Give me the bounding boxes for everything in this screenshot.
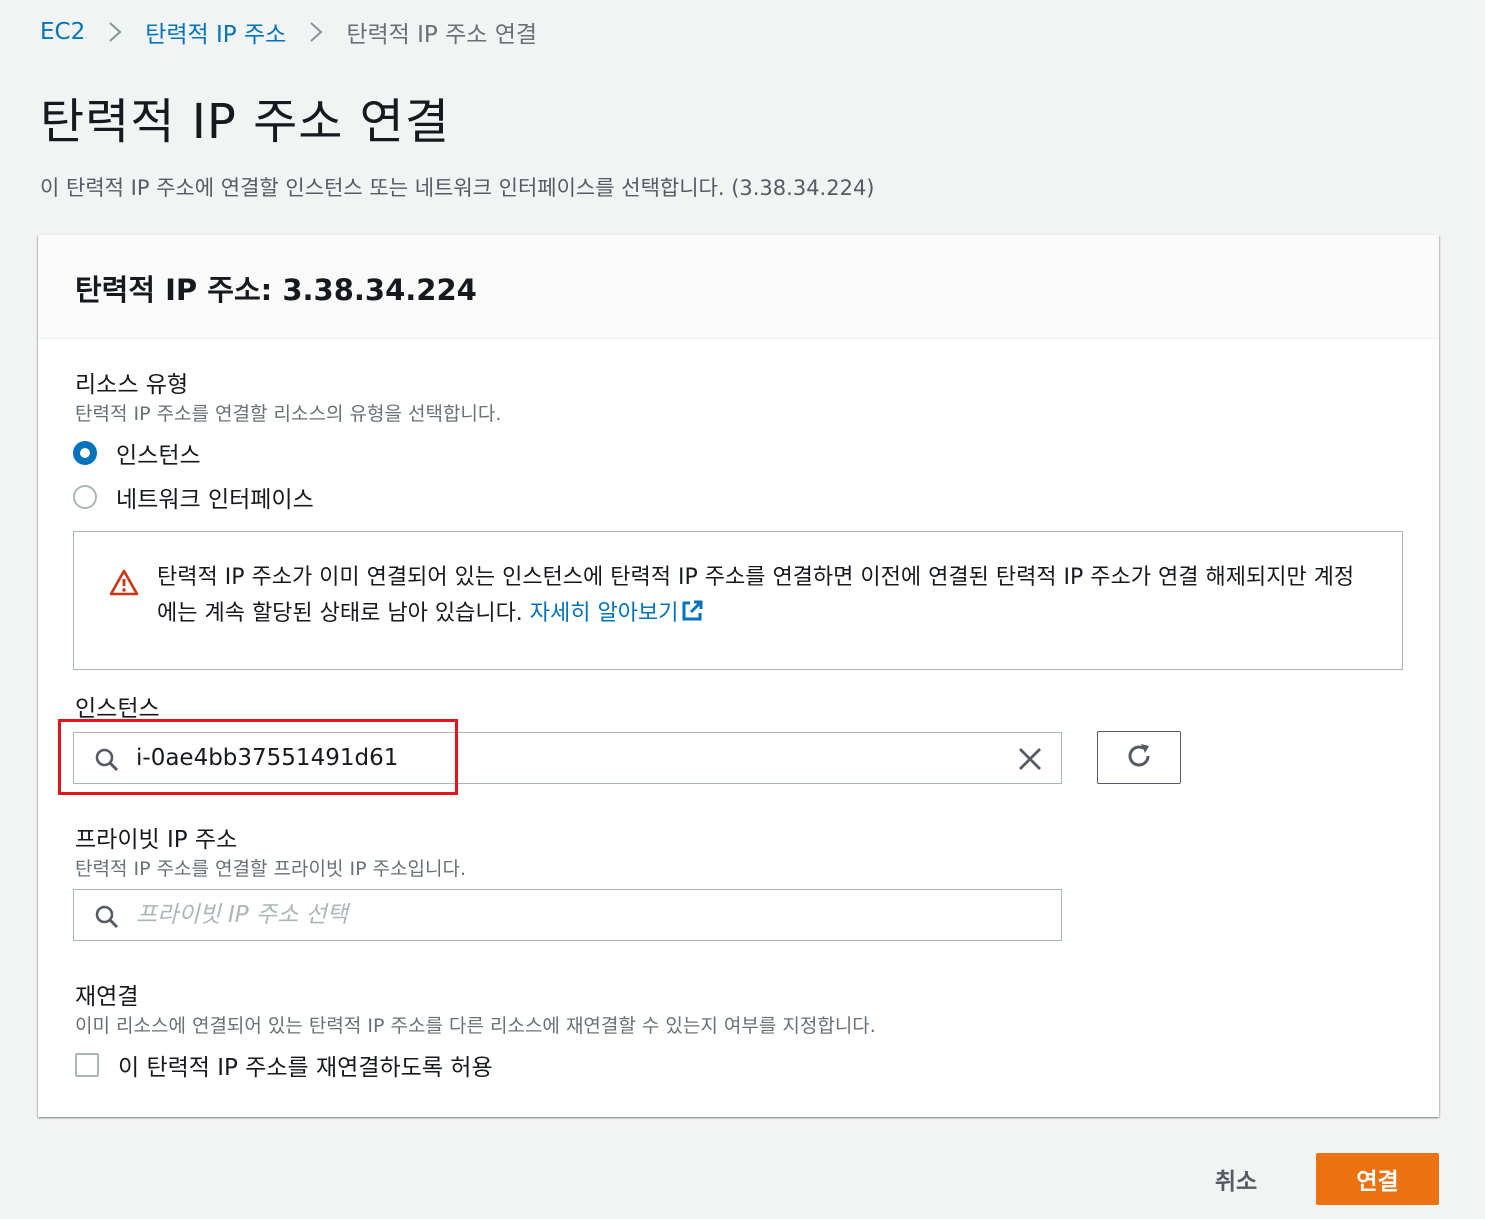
radio-instance[interactable]: 인스턴스 xyxy=(73,436,201,470)
reassociation-description: 이미 리소스에 연결되어 있는 탄력적 IP 주소를 다른 리소스에 재연결할 … xyxy=(75,1015,876,1037)
associate-button[interactable]: 연결 xyxy=(1316,1153,1439,1205)
panel-header: 탄력적 IP 주소: 3.38.34.224 xyxy=(38,235,1439,339)
alert-text: 탄력적 IP 주소가 이미 연결되어 있는 인스턴스에 탄력적 IP 주소를 연… xyxy=(157,565,1355,626)
reassociation-label: 재연결 xyxy=(75,984,139,1010)
chevron-right-icon xyxy=(286,21,346,43)
allow-reassociation-option[interactable]: 이 탄력적 IP 주소를 재연결하도록 허용 xyxy=(75,1048,493,1082)
external-link-icon[interactable] xyxy=(680,599,704,635)
allow-reassociation-checkbox[interactable] xyxy=(75,1053,99,1077)
private-ip-label: 프라이빗 IP 주소 xyxy=(75,827,238,853)
private-ip-search-input[interactable] xyxy=(136,898,996,932)
radio-instance-label: 인스턴스 xyxy=(116,443,201,469)
refresh-icon xyxy=(1124,741,1154,774)
page-title: 탄력적 IP 주소 연결 xyxy=(40,94,450,150)
breadcrumb-elastic-ip-link[interactable]: 탄력적 IP 주소 xyxy=(145,15,286,49)
breadcrumb: EC2 탄력적 IP 주소 탄력적 IP 주소 연결 xyxy=(40,14,537,50)
radio-button[interactable] xyxy=(73,485,97,509)
breadcrumb-current: 탄력적 IP 주소 연결 xyxy=(346,22,538,48)
radio-network-interface[interactable]: 네트워크 인터페이스 xyxy=(73,480,314,514)
instance-highlight-box xyxy=(58,719,458,795)
warning-alert: 탄력적 IP 주소가 이미 연결되어 있는 인스턴스에 탄력적 IP 주소를 연… xyxy=(73,531,1403,670)
search-icon xyxy=(94,904,120,934)
allow-reassociation-label: 이 탄력적 IP 주소를 재연결하도록 허용 xyxy=(118,1055,493,1081)
instance-label: 인스턴스 xyxy=(75,696,160,722)
radio-network-interface-label: 네트워크 인터페이스 xyxy=(116,487,314,513)
refresh-button[interactable] xyxy=(1097,731,1181,784)
chevron-right-icon xyxy=(85,21,145,43)
panel-title: 탄력적 IP 주소: 3.38.34.224 xyxy=(75,273,477,307)
cancel-button[interactable]: 취소 xyxy=(1190,1154,1282,1204)
private-ip-search-box[interactable] xyxy=(73,889,1062,941)
associate-panel: 탄력적 IP 주소: 3.38.34.224 리소스 유형 탄력적 IP 주소를… xyxy=(38,235,1439,1117)
page-description: 이 탄력적 IP 주소에 연결할 인스턴스 또는 네트워크 인터페이스를 선택합… xyxy=(40,176,875,200)
learn-more-label[interactable]: 자세히 알아보기 xyxy=(530,601,679,626)
resource-type-label: 리소스 유형 xyxy=(75,372,189,398)
breadcrumb-ec2-link[interactable]: EC2 xyxy=(40,19,85,45)
resource-type-description: 탄력적 IP 주소를 연결할 리소스의 유형을 선택합니다. xyxy=(75,403,502,425)
learn-more-link[interactable]: 자세히 알아보기 xyxy=(530,600,705,626)
radio-button-checked[interactable] xyxy=(73,441,97,465)
warning-icon xyxy=(109,569,139,596)
clear-icon[interactable] xyxy=(1017,746,1043,772)
alert-message: 탄력적 IP 주소가 이미 연결되어 있는 인스턴스에 탄력적 IP 주소를 연… xyxy=(157,560,1372,635)
private-ip-description: 탄력적 IP 주소를 연결할 프라이빗 IP 주소입니다. xyxy=(75,858,467,880)
